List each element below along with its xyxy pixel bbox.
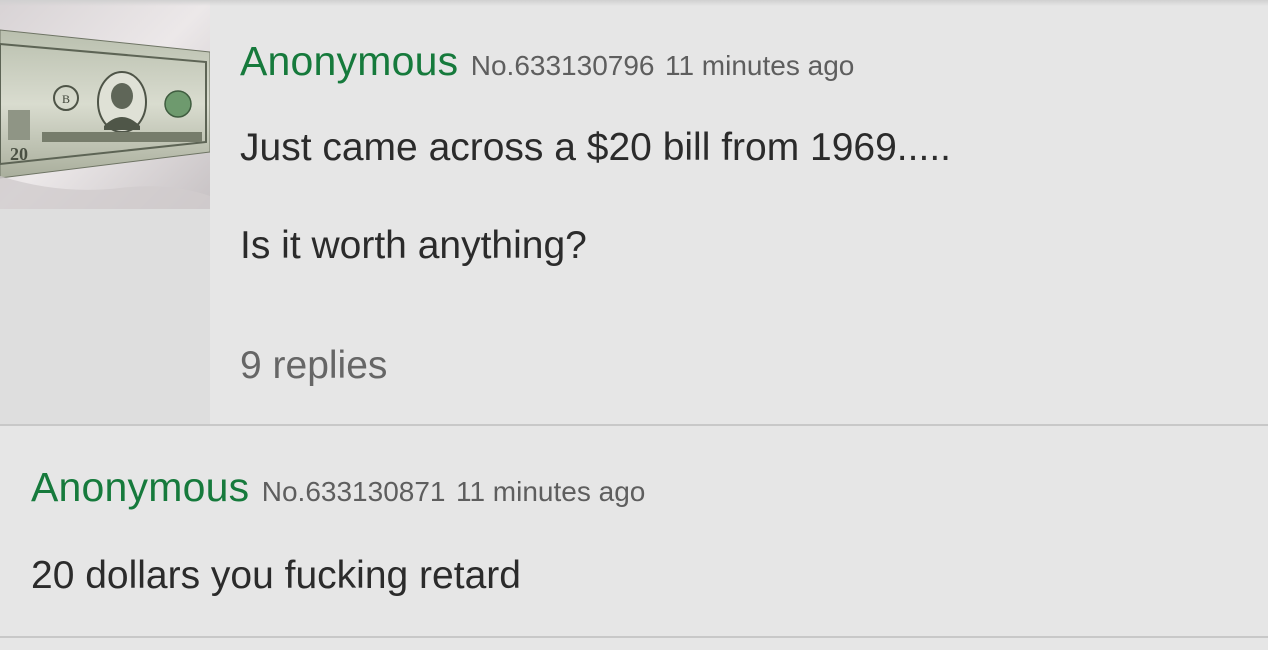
thread-view: B 20 Anonymous No.633130796 11 minutes a…: [0, 0, 1268, 650]
replies-count-link[interactable]: 9 replies: [240, 344, 387, 388]
reply-poster-name[interactable]: Anonymous: [31, 464, 249, 510]
op-post[interactable]: B 20 Anonymous No.633130796 11 minutes a…: [0, 0, 1268, 424]
reply-timestamp: 11 minutes ago: [455, 476, 646, 507]
poster-name[interactable]: Anonymous: [240, 38, 458, 84]
top-shadow: [0, 0, 1268, 6]
op-post-header: Anonymous No.633130796 11 minutes ago: [240, 38, 854, 85]
post-number[interactable]: No.633130796: [471, 50, 655, 81]
op-message-line-1: Just came across a $20 bill from 1969...…: [240, 126, 951, 169]
reply-message: 20 dollars you fucking retard: [31, 554, 521, 597]
post-thumbnail[interactable]: B 20: [0, 0, 210, 209]
op-message-line-2: Is it worth anything?: [240, 224, 587, 267]
dollar-bill-image: B 20: [0, 0, 210, 209]
svg-text:B: B: [62, 92, 70, 106]
reply-post-number[interactable]: No.633130871: [262, 476, 446, 507]
reply-post[interactable]: Anonymous No.633130871 11 minutes ago 20…: [0, 426, 1268, 636]
post-timestamp: 11 minutes ago: [664, 50, 855, 81]
svg-text:20: 20: [10, 144, 28, 164]
reply-post-header: Anonymous No.633130871 11 minutes ago: [31, 464, 645, 511]
thumbnail-column: B 20: [0, 0, 210, 424]
post-divider-bottom: [0, 636, 1268, 638]
